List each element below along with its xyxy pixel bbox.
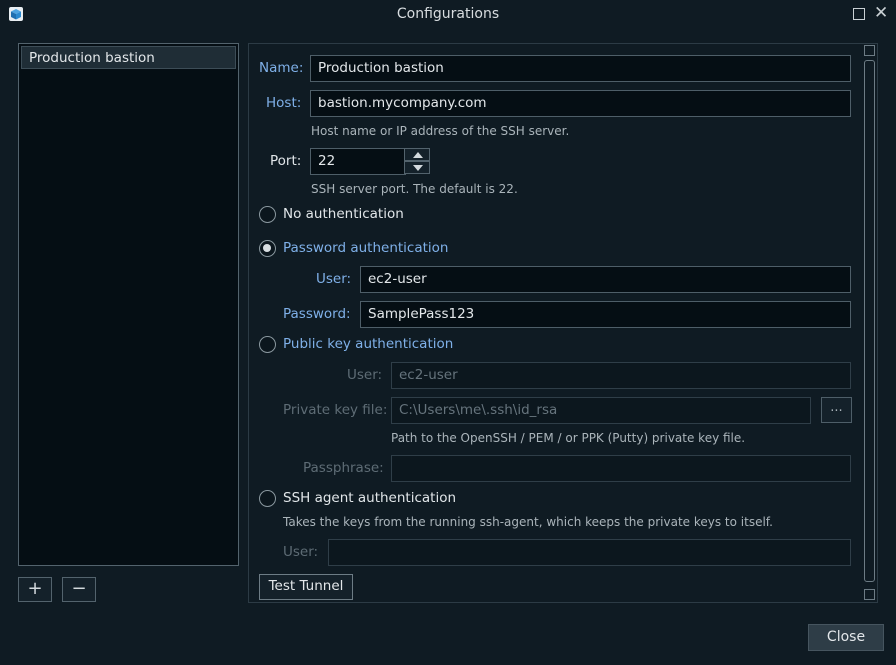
port-decrement-button[interactable] (404, 161, 430, 174)
test-tunnel-button[interactable]: Test Tunnel (259, 574, 353, 600)
private-key-file-hint: Path to the OpenSSH / PEM / or PPK (Putt… (391, 431, 746, 445)
password-label: Password: (283, 306, 351, 322)
close-icon[interactable]: ✕ (874, 3, 888, 23)
scroll-down-button[interactable] (864, 589, 875, 600)
port-hint: SSH server port. The default is 22. (311, 182, 518, 196)
host-field[interactable]: bastion.mycompany.com (310, 90, 851, 117)
password-user-label: User: (316, 271, 352, 287)
name-field[interactable]: Production bastion (310, 55, 851, 82)
title-bar: Configurations ✕ (0, 0, 896, 28)
agent-user-label: User: (283, 544, 319, 560)
private-key-file-field[interactable]: C:\Users\me\.ssh\id_rsa (391, 397, 811, 424)
agent-user-field[interactable] (328, 539, 851, 566)
arrow-down-icon (413, 165, 423, 171)
pubkey-auth-radio[interactable] (259, 336, 276, 353)
scrollbar-thumb[interactable] (864, 60, 875, 582)
pubkey-user-label: User: (347, 367, 383, 383)
maximize-icon[interactable] (853, 8, 865, 20)
port-increment-button[interactable] (404, 148, 430, 161)
private-key-file-label: Private key file: (283, 402, 388, 418)
port-stepper[interactable] (404, 148, 430, 174)
agent-auth-label[interactable]: SSH agent authentication (283, 490, 456, 506)
browse-key-file-button[interactable]: ... (821, 397, 852, 423)
passphrase-field[interactable] (391, 455, 851, 482)
name-label: Name: (259, 60, 304, 76)
no-auth-radio[interactable] (259, 206, 276, 223)
configuration-list[interactable]: Production bastion (18, 43, 239, 566)
agent-auth-radio[interactable] (259, 490, 276, 507)
port-field[interactable]: 22 (310, 148, 406, 175)
password-field[interactable]: SamplePass123 (360, 301, 851, 328)
list-item[interactable]: Production bastion (21, 46, 236, 69)
pubkey-user-field[interactable]: ec2-user (391, 362, 851, 389)
close-button[interactable]: Close (808, 624, 884, 651)
host-hint: Host name or IP address of the SSH serve… (311, 124, 570, 138)
window-title: Configurations (396, 6, 500, 22)
passphrase-label: Passphrase: (303, 460, 384, 476)
agent-auth-hint: Takes the keys from the running ssh-agen… (283, 515, 773, 529)
port-label: Port: (270, 153, 302, 169)
no-auth-label[interactable]: No authentication (283, 206, 404, 222)
host-label: Host: (266, 95, 302, 111)
add-configuration-button[interactable]: + (18, 577, 52, 602)
password-auth-label[interactable]: Password authentication (283, 240, 449, 256)
remove-configuration-button[interactable]: − (62, 577, 96, 602)
password-user-field[interactable]: ec2-user (360, 266, 851, 293)
pubkey-auth-label[interactable]: Public key authentication (283, 336, 453, 352)
arrow-up-icon (413, 152, 423, 158)
password-auth-radio[interactable] (259, 240, 276, 257)
scroll-up-button[interactable] (864, 45, 875, 56)
